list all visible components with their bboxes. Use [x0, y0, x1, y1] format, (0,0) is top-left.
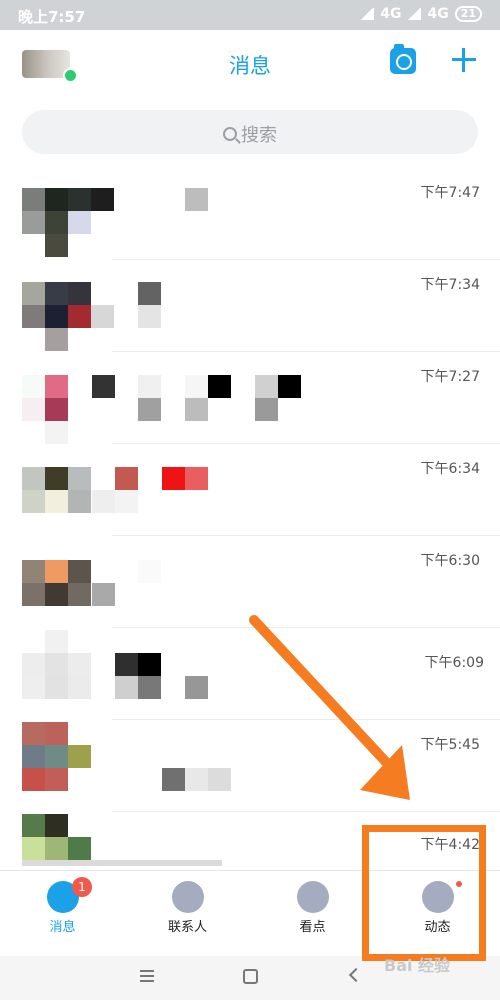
battery-indicator: 21 — [454, 6, 482, 22]
chat-list-item[interactable]: 下午5:45 — [0, 720, 500, 812]
chat-list-item[interactable]: 下午7:27 — [0, 352, 500, 444]
search-icon — [223, 127, 237, 141]
home-icon[interactable] — [243, 969, 258, 984]
chat-time: 下午6:34 — [420, 461, 480, 477]
chat-list-item[interactable]: 下午7:47 — [0, 168, 500, 260]
blurred-content — [22, 536, 422, 628]
chat-list-item[interactable]: 下午6:30 — [0, 536, 500, 628]
chat-time: 下午6:30 — [420, 553, 480, 569]
page-title: 消息 — [229, 54, 271, 78]
chat-time: 下午7:34 — [420, 277, 480, 293]
chat-list-item[interactable]: 下午7:34 — [0, 260, 500, 352]
search-placeholder: 搜索 — [241, 125, 277, 146]
menu-icon[interactable] — [140, 970, 154, 982]
back-icon[interactable] — [348, 967, 364, 983]
chat-list-item[interactable]: 下午6:34 — [0, 444, 500, 536]
tab-kandian[interactable]: 看点 — [250, 871, 375, 957]
blurred-content — [22, 444, 422, 536]
chat-time: 下午7:27 — [420, 369, 480, 385]
chat-list-item[interactable]: 下午6:09 — [0, 628, 500, 720]
tab-label: 看点 — [299, 920, 326, 935]
status-indicators: 4G 4G 21 — [360, 6, 482, 22]
signal-icon — [407, 8, 422, 20]
camera-icon[interactable] — [390, 44, 416, 74]
tab-contacts[interactable]: 联系人 — [125, 871, 250, 957]
contacts-icon — [172, 881, 204, 913]
tab-label: 联系人 — [167, 920, 207, 935]
status-time: 晚上7:57 — [18, 8, 86, 26]
plus-icon[interactable] — [450, 46, 478, 74]
eye-icon — [297, 881, 329, 913]
signal-icon — [360, 8, 375, 20]
annotation-box — [362, 825, 486, 961]
chat-time: 下午6:09 — [424, 655, 484, 671]
network-type: 4G — [380, 6, 402, 22]
blurred-content — [22, 352, 422, 444]
tab-label: 消息 — [49, 920, 76, 935]
status-bar: 晚上7:57 4G 4G 21 — [0, 0, 500, 30]
watermark: Bai 经验 — [384, 956, 451, 975]
header: 消息 — [0, 30, 500, 100]
tab-messages[interactable]: 1 消息 — [0, 871, 125, 957]
blurred-content — [22, 628, 422, 720]
network-type: 4G — [427, 6, 449, 22]
blurred-content — [22, 168, 422, 260]
blurred-content — [22, 720, 422, 812]
chat-time: 下午5:45 — [420, 737, 480, 753]
blurred-content — [22, 260, 422, 352]
chat-time: 下午7:47 — [420, 185, 480, 201]
search-input[interactable]: 搜索 — [22, 110, 478, 154]
unread-badge: 1 — [72, 877, 92, 897]
